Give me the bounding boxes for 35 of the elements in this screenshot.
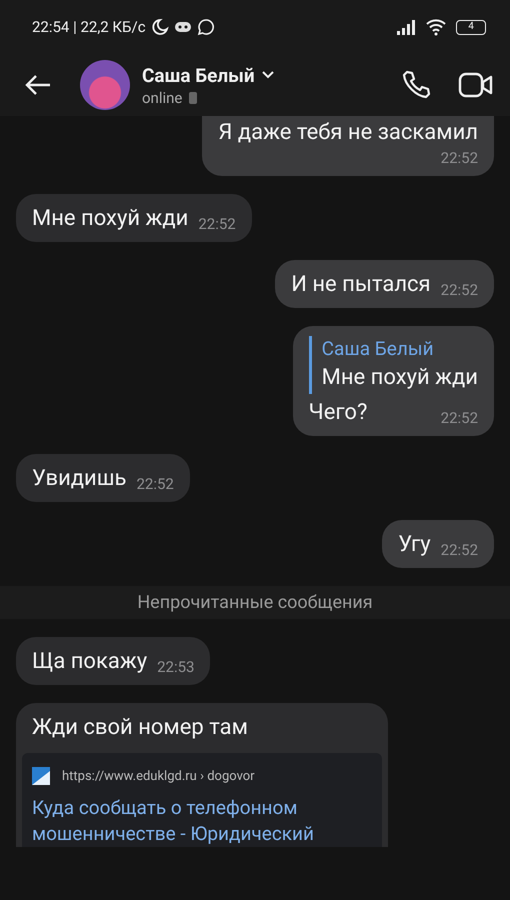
message-text: Мне похуй жди <box>32 205 188 233</box>
back-arrow-icon[interactable] <box>24 73 52 97</box>
contact-name[interactable]: Саша Белый <box>142 64 255 86</box>
message-text: Увидишь <box>32 465 126 493</box>
avatar[interactable] <box>80 60 130 110</box>
message-time: 22:52 <box>440 148 478 168</box>
call-icon[interactable] <box>400 69 432 101</box>
video-call-icon[interactable] <box>458 71 494 99</box>
message-time: 22:52 <box>136 474 174 494</box>
message-text: Ща покажу <box>32 648 148 676</box>
message-time: 22:52 <box>440 540 478 560</box>
message-text: Я даже тебя не заскамил <box>218 119 478 147</box>
wifi-icon <box>425 18 447 36</box>
link-title[interactable]: Куда сообщать о телефонном мошенничестве - Юридический <box>32 795 372 847</box>
message-time: 22:53 <box>157 657 194 677</box>
phone-device-icon <box>188 90 198 104</box>
moon-icon <box>150 18 169 36</box>
link-url: https://www.eduklgd.ru › dogovor <box>62 768 255 784</box>
message-text: Угу <box>398 531 431 559</box>
message-time: 22:52 <box>198 214 236 234</box>
message-text: Чего? <box>308 399 368 427</box>
message-time: 22:52 <box>440 408 478 428</box>
unread-label: Непрочитанные сообщения <box>137 592 373 613</box>
link-preview[interactable]: https://www.eduklgd.ru › dogovor Куда сообщать о телефонном мошенничестве - Юридический <box>22 753 382 847</box>
online-status: online <box>142 88 182 106</box>
quote-author: Саша Белый <box>322 336 435 362</box>
quoted-message[interactable]: Саша Белый Мне похуй жди <box>308 336 478 394</box>
status-time: 22:54 | 22,2 КБ/с <box>32 18 146 36</box>
quote-text: Мне похуй жди <box>322 364 478 392</box>
message-time: 22:52 <box>440 280 478 300</box>
chevron-down-icon[interactable] <box>260 70 275 80</box>
message-text: Жди свой номер там <box>31 714 249 742</box>
site-favicon-icon <box>32 767 50 785</box>
message-text: И не пытался <box>291 271 431 299</box>
battery-icon: 4 <box>456 20 486 34</box>
